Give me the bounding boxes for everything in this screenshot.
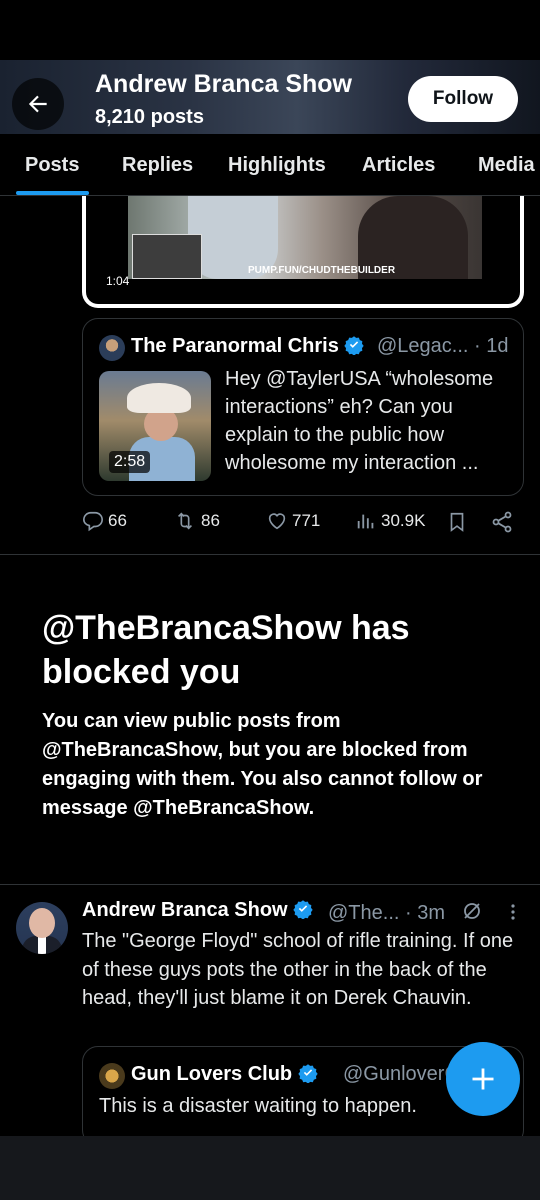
divider bbox=[0, 554, 540, 555]
tab-media[interactable]: Media bbox=[478, 154, 535, 177]
tab-replies[interactable]: Replies bbox=[122, 154, 193, 177]
video-card[interactable]: PUMP.FUN/CHUDTHEBUILDER 1:04 bbox=[82, 196, 524, 308]
profile-title: Andrew Branca Show bbox=[95, 70, 352, 98]
like-button[interactable]: 771 bbox=[266, 510, 320, 532]
follow-button[interactable]: Follow bbox=[408, 76, 518, 122]
tab-highlights[interactable]: Highlights bbox=[228, 154, 326, 177]
divider bbox=[0, 884, 540, 885]
quoted-author-label: The Paranormal Chris bbox=[131, 335, 339, 357]
status-bar bbox=[0, 0, 540, 60]
bookmark-icon bbox=[450, 512, 464, 532]
repost-icon bbox=[177, 512, 193, 530]
quoted-handle: @Legac... · 1d bbox=[377, 335, 509, 357]
active-tab-indicator bbox=[16, 191, 89, 195]
compose-button[interactable] bbox=[446, 1042, 520, 1116]
post-author-name[interactable]: Andrew Branca Show bbox=[82, 899, 313, 922]
profile-header: Andrew Branca Show 8,210 posts Follow bbox=[0, 60, 540, 134]
video-duration: 1:04 bbox=[106, 274, 130, 288]
reply-button[interactable]: 66 bbox=[82, 510, 127, 532]
like-icon bbox=[268, 513, 286, 530]
plus-icon bbox=[472, 1068, 494, 1090]
post-actions: 66 86 771 30.9K bbox=[0, 508, 540, 538]
quoted-author-name: Gun Lovers Club bbox=[131, 1063, 318, 1086]
more-icon[interactable] bbox=[505, 900, 521, 924]
profile-tabs: Posts Replies Highlights Articles Media bbox=[0, 134, 540, 196]
avatar bbox=[99, 335, 125, 361]
post-count: 8,210 posts bbox=[95, 106, 204, 128]
reply-icon bbox=[83, 511, 103, 532]
verified-badge-icon bbox=[298, 1064, 318, 1083]
back-button[interactable] bbox=[12, 78, 64, 130]
quoted-author-name: The Paranormal Chris bbox=[131, 335, 365, 358]
repost-count: 86 bbox=[201, 511, 220, 530]
video-watermark: PUMP.FUN/CHUDTHEBUILDER bbox=[248, 265, 396, 276]
share-button[interactable] bbox=[490, 510, 518, 534]
avatar bbox=[99, 1063, 125, 1089]
bookmark-button[interactable] bbox=[446, 510, 472, 534]
like-count: 771 bbox=[292, 511, 321, 530]
back-arrow-icon bbox=[28, 95, 47, 113]
views-icon bbox=[357, 514, 374, 529]
tab-posts[interactable]: Posts bbox=[25, 154, 79, 177]
reply-count: 66 bbox=[108, 511, 127, 530]
quoted-video-duration: 2:58 bbox=[109, 451, 151, 473]
share-icon bbox=[492, 511, 512, 533]
post-author-label: Andrew Branca Show bbox=[82, 899, 288, 921]
quoted-post-text: This is a disaster waiting to happen. bbox=[99, 1095, 417, 1117]
tab-articles[interactable]: Articles bbox=[362, 154, 435, 177]
quoted-author-label: Gun Lovers Club bbox=[131, 1063, 293, 1085]
repost-button[interactable]: 86 bbox=[173, 510, 220, 532]
avatar[interactable] bbox=[16, 902, 68, 954]
post-text: The "George Floyd" school of rifle train… bbox=[82, 930, 514, 1009]
blocked-message: You can view public posts from @TheBranc… bbox=[42, 710, 483, 819]
quoted-post-text: Hey @TaylerUSA “wholesome interactions” … bbox=[225, 368, 494, 474]
grok-icon[interactable] bbox=[459, 899, 485, 923]
blocked-title: @TheBrancaShow has blocked you bbox=[42, 609, 410, 691]
post-handle-text: @The... · 3m bbox=[328, 902, 445, 924]
verified-badge-icon bbox=[293, 900, 313, 919]
views-button[interactable]: 30.9K bbox=[355, 510, 425, 532]
video-thumbnail: PUMP.FUN/CHUDTHEBUILDER bbox=[128, 196, 482, 279]
quoted-post[interactable]: The Paranormal Chris @Legac... · 1d 2:58… bbox=[82, 318, 524, 496]
view-count: 30.9K bbox=[381, 511, 426, 530]
quoted-video-thumbnail[interactable]: 2:58 bbox=[99, 371, 211, 481]
bottom-bar bbox=[0, 1136, 540, 1200]
post-handle: @The... · 3m bbox=[328, 899, 485, 925]
verified-badge-icon bbox=[344, 336, 365, 355]
